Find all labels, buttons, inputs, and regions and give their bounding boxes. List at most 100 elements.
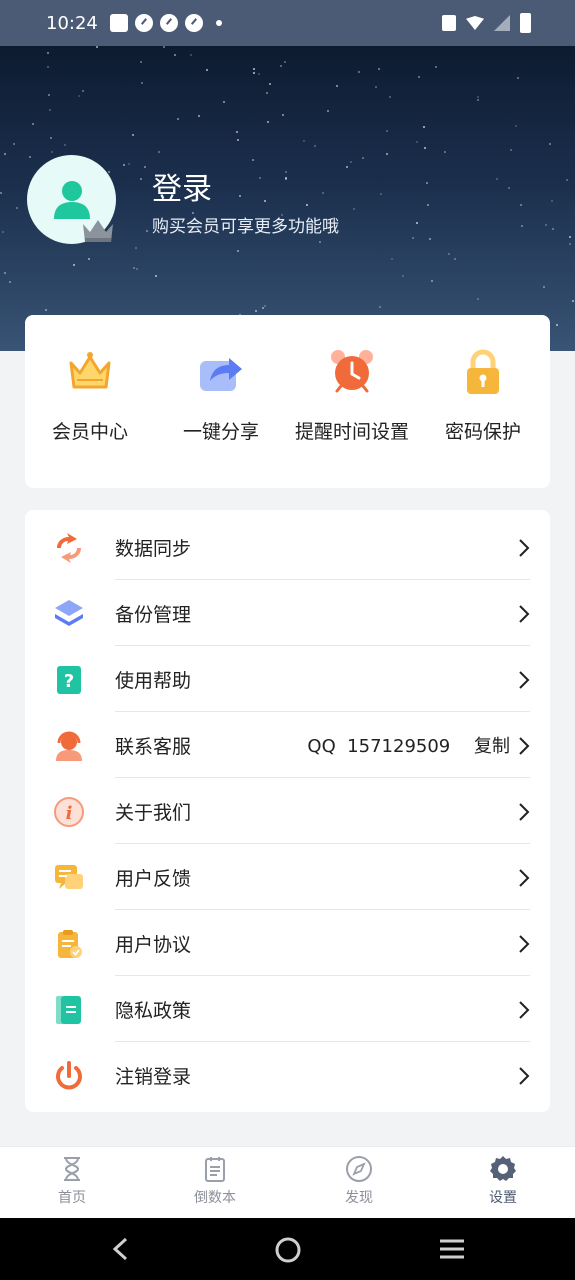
star-decoration xyxy=(280,65,282,67)
chevron-right-icon xyxy=(519,539,530,557)
star-decoration xyxy=(391,258,393,260)
customer-service-icon xyxy=(56,731,82,761)
customer-service-contact: QQ 157129509 复制 xyxy=(307,732,510,758)
star-decoration xyxy=(510,149,512,151)
star-decoration xyxy=(314,145,316,147)
star-decoration xyxy=(47,52,49,54)
star-decoration xyxy=(327,110,329,112)
star-decoration xyxy=(190,54,192,56)
star-decoration xyxy=(132,134,134,136)
star-decoration xyxy=(566,179,568,181)
member-crown-icon xyxy=(83,220,113,242)
system-navigation-bar xyxy=(0,1218,575,1280)
star-decoration xyxy=(237,139,239,141)
quick-action-label: 一键分享 xyxy=(182,421,259,443)
compass-icon xyxy=(346,1156,372,1182)
star-decoration xyxy=(380,193,382,195)
member-center-button[interactable]: 会员中心 xyxy=(25,347,155,444)
profile-header: 登录 购买会员可享更多功能哦 xyxy=(0,46,575,351)
star-decoration xyxy=(549,143,551,145)
star-decoration xyxy=(253,68,255,70)
menu-item-backup[interactable]: 备份管理 xyxy=(25,580,550,646)
menu-item-data-sync[interactable]: 数据同步 xyxy=(25,514,550,580)
power-icon xyxy=(56,1061,82,1090)
tab-home[interactable]: 首页 xyxy=(32,1155,112,1207)
quick-action-label: 会员中心 xyxy=(51,421,128,443)
chevron-right-icon xyxy=(519,671,530,689)
help-icon: ? xyxy=(57,666,81,694)
star-decoration xyxy=(64,144,66,146)
login-title[interactable]: 登录 xyxy=(152,164,212,208)
star-decoration xyxy=(158,151,160,153)
tab-label: 首页 xyxy=(58,1190,86,1206)
star-decoration xyxy=(259,177,261,179)
back-icon[interactable] xyxy=(110,1236,130,1262)
star-decoration xyxy=(29,156,31,158)
star-decoration xyxy=(48,94,50,96)
settings-menu: 数据同步 备份管理 ? 使用帮助 联系客服 QQ 157129509 复制 i … xyxy=(25,510,550,1112)
star-decoration xyxy=(198,115,200,117)
star-decoration xyxy=(16,207,18,209)
menu-item-customer-service[interactable]: 联系客服 QQ 157129509 复制 xyxy=(25,712,550,778)
star-decoration xyxy=(4,272,6,274)
copy-button[interactable]: 复制 xyxy=(474,736,510,757)
star-decoration xyxy=(174,54,176,56)
home-icon[interactable] xyxy=(274,1236,302,1264)
tab-discover[interactable]: 发现 xyxy=(319,1155,399,1207)
star-decoration xyxy=(477,96,479,98)
star-decoration xyxy=(50,137,52,139)
qq-number: QQ 157129509 xyxy=(307,736,451,757)
star-decoration xyxy=(346,166,348,168)
star-decoration xyxy=(123,164,125,166)
chevron-right-icon xyxy=(519,1001,530,1019)
star-decoration xyxy=(144,166,146,168)
wifi-icon xyxy=(466,16,484,30)
menu-item-label: 使用帮助 xyxy=(115,669,192,692)
star-decoration xyxy=(353,208,355,210)
star-decoration xyxy=(262,307,264,309)
menu-item-help[interactable]: ? 使用帮助 xyxy=(25,646,550,712)
star-decoration xyxy=(252,159,254,161)
star-decoration xyxy=(9,281,11,283)
star-decoration xyxy=(362,157,364,159)
star-decoration xyxy=(379,306,381,308)
reminder-time-button[interactable]: 提醒时间设置 xyxy=(287,347,417,444)
alarm-clock-icon xyxy=(331,350,373,393)
star-decoration xyxy=(267,121,269,123)
recents-menu-icon[interactable] xyxy=(438,1236,466,1262)
star-decoration xyxy=(426,182,428,184)
star-decoration xyxy=(552,228,554,230)
menu-item-label: 用户协议 xyxy=(115,933,192,956)
tab-settings[interactable]: 设置 xyxy=(463,1155,543,1207)
star-decoration xyxy=(140,61,142,63)
star-decoration xyxy=(253,72,255,74)
star-decoration xyxy=(427,204,429,206)
star-decoration xyxy=(444,151,446,153)
star-decoration xyxy=(88,258,90,260)
star-decoration xyxy=(322,192,324,194)
menu-item-about[interactable]: i 关于我们 xyxy=(25,778,550,844)
quick-actions-card: 会员中心 一键分享 提醒时间设置 密码保护 xyxy=(25,315,550,488)
battery-icon xyxy=(520,13,531,33)
share-button[interactable]: 一键分享 xyxy=(156,347,286,444)
menu-item-feedback[interactable]: 用户反馈 xyxy=(25,844,550,910)
star-decoration xyxy=(82,90,84,92)
star-decoration xyxy=(155,275,157,277)
gear-icon xyxy=(490,1156,516,1181)
menu-item-user-agreement[interactable]: 用户协议 xyxy=(25,910,550,976)
menu-item-logout[interactable]: 注销登录 xyxy=(25,1042,550,1108)
tab-countdown-book[interactable]: 倒数本 xyxy=(175,1155,255,1207)
password-protect-button[interactable]: 密码保护 xyxy=(418,347,548,444)
book-icon xyxy=(56,996,81,1024)
star-decoration xyxy=(206,69,208,71)
star-decoration xyxy=(521,225,523,227)
star-decoration xyxy=(133,267,135,269)
menu-item-label: 联系客服 xyxy=(115,735,192,758)
menu-item-label: 备份管理 xyxy=(115,603,192,626)
star-decoration xyxy=(423,126,425,128)
menu-item-privacy-policy[interactable]: 隐私政策 xyxy=(25,976,550,1042)
crown-icon xyxy=(69,352,111,389)
lock-icon xyxy=(467,349,499,394)
user-icon xyxy=(53,180,90,219)
star-decoration xyxy=(429,238,431,240)
